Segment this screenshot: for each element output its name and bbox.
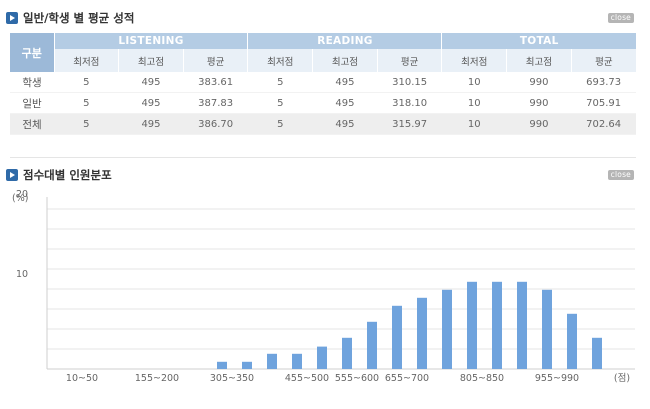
section-header-average-scores: 일반/학생 별 평균 성적 close bbox=[6, 10, 634, 28]
table-cell: 10 bbox=[441, 72, 507, 93]
y-tick-label: 20 bbox=[16, 189, 28, 200]
bar bbox=[292, 353, 302, 369]
table-cell: 990 bbox=[506, 72, 572, 93]
x-axis-label: (점) bbox=[614, 372, 630, 384]
x-tick-label: 955~990 bbox=[535, 373, 579, 384]
table-cell: 693.73 bbox=[571, 72, 636, 93]
x-tick-label: 10~50 bbox=[66, 373, 98, 384]
x-tick-label: 555~600 bbox=[335, 373, 379, 384]
table-cell: 5 bbox=[247, 72, 313, 93]
table-row: 일반 5 495 387.83 5 495 318.10 10 990 705.… bbox=[10, 92, 636, 114]
bar bbox=[217, 361, 227, 369]
table-cell: 495 bbox=[312, 113, 378, 135]
bar bbox=[467, 281, 477, 369]
x-tick-label: 655~700 bbox=[385, 373, 429, 384]
x-tick-label: 455~500 bbox=[285, 373, 329, 384]
row-label: 전체 bbox=[10, 113, 54, 135]
table-cell: 495 bbox=[312, 72, 378, 93]
table-cell: 702.64 bbox=[571, 113, 636, 135]
subheader-avg: 평균 bbox=[570, 49, 636, 72]
y-tick-label: 10 bbox=[16, 269, 28, 280]
x-tick-label: 305~350 bbox=[210, 373, 254, 384]
section-header-score-distribution: 점수대별 인원분포 close bbox=[6, 167, 634, 185]
section-title: 점수대별 인원분포 bbox=[23, 168, 112, 182]
column-header-category: 구분 bbox=[10, 33, 54, 72]
table-cell: 990 bbox=[506, 113, 572, 135]
close-button[interactable]: close bbox=[607, 13, 634, 23]
close-button[interactable]: close bbox=[607, 170, 634, 180]
bar bbox=[267, 353, 277, 369]
subheader-min: 최저점 bbox=[247, 49, 313, 72]
arrow-right-icon bbox=[6, 169, 18, 181]
table-cell: 990 bbox=[506, 92, 572, 114]
bar bbox=[592, 337, 602, 369]
subheader-avg: 평균 bbox=[376, 49, 442, 72]
bar bbox=[492, 281, 502, 369]
subheader-max: 최고점 bbox=[506, 49, 572, 72]
table-cell: 5 bbox=[54, 72, 119, 93]
row-label: 일반 bbox=[10, 92, 54, 114]
subheader-max: 최고점 bbox=[312, 49, 378, 72]
table-row: 전체 5 495 386.70 5 495 315.97 10 990 702.… bbox=[10, 113, 636, 135]
bar bbox=[242, 361, 252, 369]
table-cell: 315.97 bbox=[377, 113, 442, 135]
bar bbox=[342, 337, 352, 369]
table-cell: 5 bbox=[54, 113, 119, 135]
x-tick-label: 155~200 bbox=[135, 373, 179, 384]
table-cell: 495 bbox=[118, 72, 184, 93]
table-cell: 5 bbox=[247, 113, 313, 135]
table-cell: 495 bbox=[118, 92, 184, 114]
table-cell: 383.61 bbox=[183, 72, 248, 93]
bar bbox=[367, 321, 377, 369]
subheader-avg: 평균 bbox=[182, 49, 248, 72]
table-cell: 386.70 bbox=[183, 113, 248, 135]
arrow-right-icon bbox=[6, 12, 18, 24]
section-title: 일반/학생 별 평균 성적 bbox=[23, 11, 135, 25]
table-cell: 495 bbox=[312, 92, 378, 114]
group-header-listening: LISTENING bbox=[53, 33, 248, 49]
bar bbox=[317, 346, 327, 369]
table-cell: 318.10 bbox=[377, 92, 442, 114]
bar bbox=[392, 305, 402, 369]
section-divider bbox=[10, 157, 636, 158]
table-cell: 10 bbox=[441, 92, 507, 114]
bar bbox=[542, 289, 552, 369]
subheader-max: 최고점 bbox=[118, 49, 184, 72]
table-cell: 10 bbox=[441, 113, 507, 135]
group-header-total: TOTAL bbox=[441, 33, 636, 49]
x-tick-label: 805~850 bbox=[460, 373, 504, 384]
average-scores-table: 구분 LISTENING READING TOTAL 최저점 최고점 평균 최저… bbox=[10, 33, 636, 135]
table-cell: 495 bbox=[118, 113, 184, 135]
score-distribution-chart: (%) 2010 10~50 155~200 305~350 455~500 555~6… bbox=[12, 189, 635, 384]
group-header-reading: READING bbox=[247, 33, 442, 49]
table-cell: 5 bbox=[247, 92, 313, 114]
bar bbox=[567, 313, 577, 369]
table-cell: 387.83 bbox=[183, 92, 248, 114]
table-cell: 5 bbox=[54, 92, 119, 114]
subheader-min: 최저점 bbox=[53, 49, 119, 72]
bar bbox=[517, 281, 527, 369]
table-cell: 705.91 bbox=[571, 92, 636, 114]
bar bbox=[442, 289, 452, 369]
subheader-min: 최저점 bbox=[441, 49, 507, 72]
bars bbox=[217, 281, 602, 369]
bar bbox=[417, 297, 427, 369]
row-label: 학생 bbox=[10, 72, 54, 93]
x-tick-labels: 10~50 155~200 305~350 455~500 555~600 655~700… bbox=[66, 373, 579, 384]
table-row: 학생 5 495 383.61 5 495 310.15 10 990 693.… bbox=[10, 72, 636, 93]
table-cell: 310.15 bbox=[377, 72, 442, 93]
